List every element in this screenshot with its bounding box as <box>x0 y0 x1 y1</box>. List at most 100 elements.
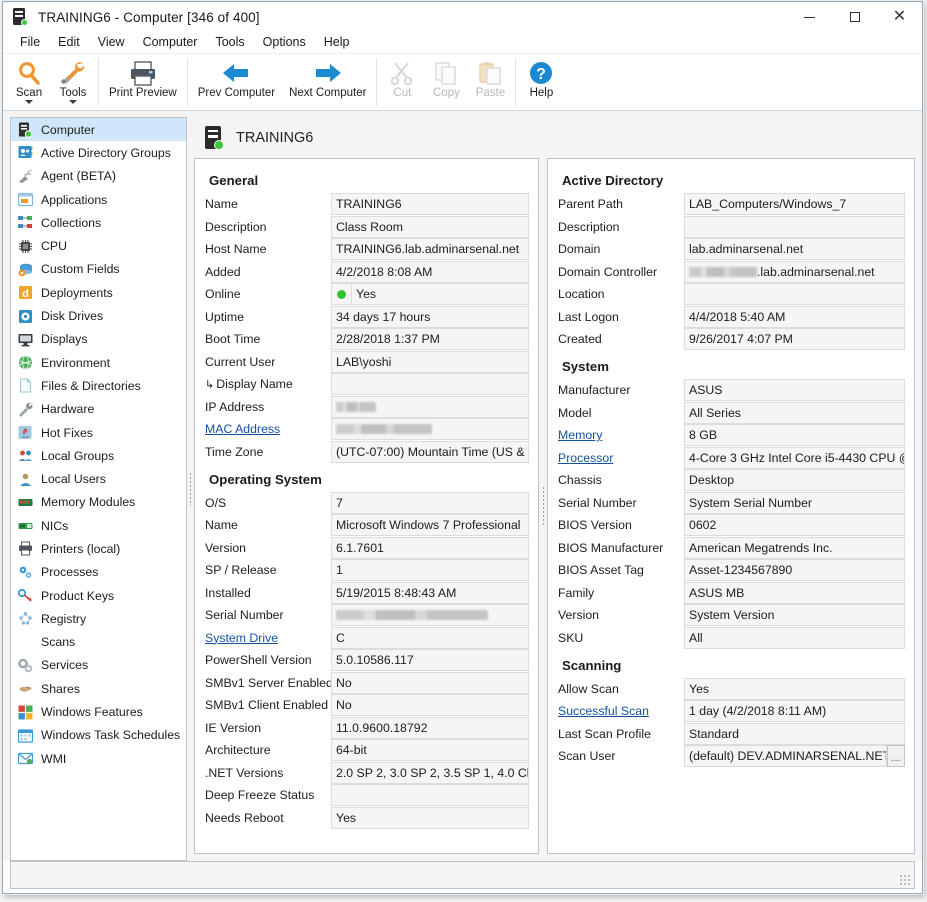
property-value-field[interactable]: LAB_Computers/Windows_7 <box>684 193 905 215</box>
toolbar-button-prev-computer[interactable]: Prev Computer <box>191 54 282 110</box>
sidebar-item-registry[interactable]: Registry <box>11 607 186 630</box>
sidebar-item-custom-fields[interactable]: Custom Fields <box>11 258 186 281</box>
resize-grip-icon[interactable] <box>899 874 911 886</box>
property-value-field[interactable]: System Serial Number <box>684 491 905 514</box>
browse-scan-user-button[interactable]: ... <box>887 745 905 767</box>
sidebar-item-processes[interactable]: Processes <box>11 561 186 584</box>
property-value-field[interactable]: ASUS MB <box>684 581 905 604</box>
property-value-field[interactable]: 4-Core 3 GHz Intel Core i5-4430 CPU @ <box>684 446 905 469</box>
property-value-field[interactable]: .lab.adminarsenal.net <box>684 260 905 283</box>
toolbar-button-help[interactable]: ? Help <box>519 54 563 110</box>
chevron-down-icon[interactable] <box>69 100 77 104</box>
property-value-field[interactable]: C <box>331 626 529 649</box>
property-value-field[interactable]: Yes <box>351 283 529 305</box>
menu-item-file[interactable]: File <box>11 32 49 53</box>
property-value-field[interactable]: Standard <box>684 722 905 745</box>
minimize-button[interactable] <box>787 2 832 32</box>
property-value-field[interactable]: All Series <box>684 401 905 424</box>
property-value-field[interactable] <box>331 604 529 626</box>
sidebar-item-active-directory-groups[interactable]: Active Directory Groups <box>11 141 186 164</box>
sidebar-item-applications[interactable]: Applications <box>11 188 186 211</box>
property-value-field[interactable]: Desktop <box>684 469 905 491</box>
property-value-field[interactable]: TRAINING6.lab.adminarsenal.net <box>331 238 529 260</box>
property-value-field[interactable]: All <box>684 626 905 649</box>
property-value-field[interactable]: American Megatrends Inc. <box>684 536 905 559</box>
sidebar-item-local-users[interactable]: Local Users <box>11 467 186 490</box>
toolbar-button-print-preview[interactable]: Print Preview <box>102 54 184 110</box>
property-value-field[interactable]: (UTC-07:00) Mountain Time (US & Ca <box>331 440 529 463</box>
sidebar-item-deployments[interactable]: d Deployments <box>11 281 186 304</box>
property-value-field[interactable] <box>331 784 529 806</box>
property-value-field[interactable] <box>684 215 905 238</box>
sidebar-item-environment[interactable]: Environment <box>11 351 186 374</box>
property-value-field[interactable]: 9/26/2017 4:07 PM <box>684 328 905 350</box>
property-value-field[interactable]: TRAINING6 <box>331 193 529 215</box>
property-value-field[interactable]: Microsoft Windows 7 Professional <box>331 514 529 536</box>
menu-item-help[interactable]: Help <box>315 32 359 53</box>
property-value-field[interactable]: LAB\yoshi <box>331 350 529 373</box>
chevron-down-icon[interactable] <box>25 100 33 104</box>
property-value-field[interactable]: 34 days 17 hours <box>331 305 529 328</box>
property-label-successful-scan[interactable]: Successful Scan <box>558 700 684 722</box>
property-value-field[interactable]: 5.0.10586.117 <box>331 649 529 671</box>
sidebar-item-memory-modules[interactable]: Memory Modules <box>11 491 186 514</box>
pane-splitter[interactable] <box>539 158 547 854</box>
sidebar-item-computer[interactable]: Computer <box>11 118 186 142</box>
menu-item-computer[interactable]: Computer <box>134 32 207 53</box>
toolbar-button-scan[interactable]: Scan <box>7 54 51 110</box>
property-value-field[interactable] <box>331 418 529 440</box>
property-value-field[interactable]: System Version <box>684 604 905 626</box>
property-value-field[interactable]: Asset-1234567890 <box>684 559 905 581</box>
sidebar-item-nics[interactable]: NICs <box>11 514 186 537</box>
property-label-mac-address[interactable]: MAC Address <box>205 418 331 440</box>
property-value-field[interactable]: ASUS <box>684 379 905 401</box>
property-label-processor[interactable]: Processor <box>558 447 684 469</box>
sidebar-item-displays[interactable]: Displays <box>11 328 186 351</box>
sidebar-item-scans[interactable]: Scans <box>11 631 186 654</box>
property-label-system-drive[interactable]: System Drive <box>205 627 331 649</box>
property-value-field[interactable] <box>331 395 529 418</box>
sidebar-item-shares[interactable]: Shares <box>11 677 186 700</box>
sidebar-item-printers-local[interactable]: Printers (local) <box>11 537 186 560</box>
property-value-field[interactable]: 6.1.7601 <box>331 536 529 559</box>
toolbar-button-next-computer[interactable]: Next Computer <box>282 54 373 110</box>
property-value-field[interactable]: 64-bit <box>331 739 529 761</box>
property-value-field[interactable] <box>331 373 529 395</box>
sidebar-item-services[interactable]: Services <box>11 654 186 677</box>
menu-item-options[interactable]: Options <box>254 32 315 53</box>
menu-item-tools[interactable]: Tools <box>206 32 253 53</box>
property-value-field[interactable]: 5/19/2015 8:48:43 AM <box>331 581 529 604</box>
close-button[interactable]: ✕ <box>877 2 922 32</box>
sidebar-item-disk-drives[interactable]: Disk Drives <box>11 304 186 327</box>
property-value-field[interactable]: 4/2/2018 8:08 AM <box>331 260 529 283</box>
property-value-field[interactable]: Yes <box>684 677 905 700</box>
toolbar-button-tools[interactable]: Tools <box>51 54 95 110</box>
property-value-field[interactable] <box>684 283 905 305</box>
property-value-field[interactable]: No <box>331 671 529 694</box>
property-value-field[interactable]: lab.adminarsenal.net <box>684 238 905 260</box>
sidebar-item-collections[interactable]: Collections <box>11 211 186 234</box>
property-label-memory[interactable]: Memory <box>558 424 684 446</box>
sidebar-item-product-keys[interactable]: Product Keys <box>11 584 186 607</box>
property-value-field[interactable]: Yes <box>331 806 529 829</box>
sidebar-splitter[interactable] <box>187 117 194 861</box>
sidebar-item-hardware[interactable]: Hardware <box>11 398 186 421</box>
menu-item-view[interactable]: View <box>89 32 134 53</box>
sidebar-item-windows-task-schedules[interactable]: Windows Task Schedules <box>11 724 186 747</box>
property-value-field[interactable]: 2.0 SP 2, 3.0 SP 2, 3.5 SP 1, 4.0 Client… <box>331 761 529 784</box>
property-value-field[interactable]: No <box>331 694 529 716</box>
property-value-field[interactable]: 2/28/2018 1:37 PM <box>331 328 529 350</box>
property-value-field[interactable]: 4/4/2018 5:40 AM <box>684 305 905 328</box>
property-value-field[interactable]: 8 GB <box>684 424 905 446</box>
sidebar-item-wmi[interactable]: WMI <box>11 747 186 770</box>
maximize-button[interactable] <box>832 2 877 32</box>
property-value-field[interactable]: (default) DEV.ADMINARSENAL.NET <box>684 745 887 767</box>
property-value-field[interactable]: 7 <box>331 491 529 514</box>
property-value-field[interactable]: 11.0.9600.18792 <box>331 716 529 739</box>
menu-item-edit[interactable]: Edit <box>49 32 89 53</box>
sidebar-item-files-directories[interactable]: Files & Directories <box>11 374 186 397</box>
property-value-field[interactable]: 1 day (4/2/2018 8:11 AM) <box>684 700 905 722</box>
sidebar-item-local-groups[interactable]: Local Groups <box>11 444 186 467</box>
sidebar-item-agent-beta[interactable]: Agent (BETA) <box>11 165 186 188</box>
property-value-field[interactable]: 0602 <box>684 514 905 536</box>
